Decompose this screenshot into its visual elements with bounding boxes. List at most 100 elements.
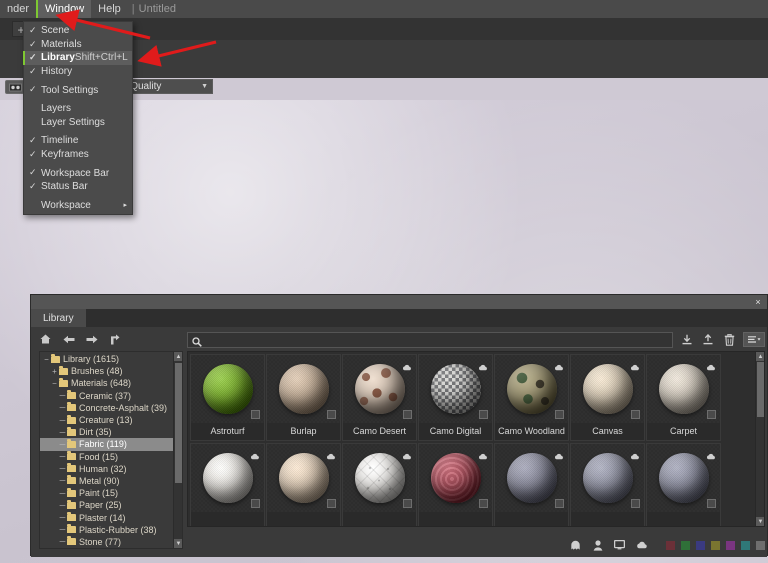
tree-node-paint[interactable]: ─ Paint (15) — [40, 487, 173, 499]
material-select-checkbox[interactable] — [555, 410, 564, 419]
material-cell[interactable]: Camo Digital — [418, 354, 493, 441]
materials-grid[interactable]: Astroturf Burlap Camo Desert Camo Digital Ca… — [187, 351, 765, 527]
trash-icon[interactable] — [722, 333, 736, 347]
tree-node-human[interactable]: ─ Human (32) — [40, 463, 173, 475]
material-select-checkbox[interactable] — [479, 410, 488, 419]
material-select-checkbox[interactable] — [327, 410, 336, 419]
tree-node-metal[interactable]: ─ Metal (90) — [40, 475, 173, 487]
window-menu-item-keyframes[interactable]: ✓ Keyframes — [24, 148, 132, 162]
material-thumbnail[interactable] — [647, 444, 720, 512]
tree-node-fabric[interactable]: ─ Fabric (119) — [40, 438, 173, 451]
tree-node-concrete-asphalt[interactable]: ─ Concrete-Asphalt (39) — [40, 402, 173, 414]
window-menu-item-library[interactable]: ✓ Library Shift+Ctrl+L — [23, 51, 132, 65]
material-select-checkbox[interactable] — [403, 499, 412, 508]
tree-node-food[interactable]: ─ Food (15) — [40, 451, 173, 463]
material-thumbnail[interactable] — [419, 355, 492, 423]
swatch-gray[interactable] — [756, 540, 765, 550]
tree-node-ceramic[interactable]: ─ Ceramic (37) — [40, 390, 173, 402]
tree-node-library[interactable]: − Library (1615) — [40, 353, 173, 365]
grid-scroll-down-icon[interactable]: ▼ — [756, 517, 764, 526]
material-thumbnail[interactable] — [191, 444, 264, 512]
material-cell[interactable] — [266, 443, 341, 526]
tab-library[interactable]: Library — [31, 309, 86, 327]
material-cell[interactable] — [342, 443, 417, 526]
material-select-checkbox[interactable] — [707, 410, 716, 419]
grid-scrollbar[interactable]: ▲ ▼ — [755, 352, 764, 526]
material-cell[interactable]: Burlap — [266, 354, 341, 441]
material-cell[interactable] — [570, 443, 645, 526]
upload-icon[interactable] — [701, 333, 715, 347]
material-select-checkbox[interactable] — [631, 499, 640, 508]
tree-scroll-thumb[interactable] — [175, 363, 182, 483]
material-thumbnail[interactable] — [571, 444, 644, 512]
home-icon[interactable] — [39, 333, 52, 346]
material-select-checkbox[interactable] — [403, 410, 412, 419]
grid-scroll-up-icon[interactable]: ▲ — [756, 352, 764, 361]
material-thumbnail[interactable] — [343, 444, 416, 512]
material-thumbnail[interactable] — [419, 444, 492, 512]
window-menu-item-timeline[interactable]: ✓ Timeline — [24, 134, 132, 148]
forward-arrow-icon[interactable] — [85, 333, 98, 346]
material-select-checkbox[interactable] — [251, 410, 260, 419]
monitor-icon[interactable] — [613, 539, 626, 552]
material-cell[interactable]: Canvas — [570, 354, 645, 441]
tree-node-materials[interactable]: − Materials (648) — [40, 377, 173, 389]
material-thumbnail[interactable] — [343, 355, 416, 423]
material-cell[interactable] — [646, 443, 721, 526]
swatch-red[interactable] — [666, 540, 675, 550]
material-thumbnail[interactable] — [495, 444, 568, 512]
cloud-icon[interactable] — [635, 539, 648, 552]
material-select-checkbox[interactable] — [251, 499, 260, 508]
window-menu-item-workspace[interactable]: Workspace ▸ — [24, 199, 132, 213]
tree-node-paper[interactable]: ─ Paper (25) — [40, 499, 173, 511]
window-menu-item-workspace-bar[interactable]: ✓ Workspace Bar — [24, 166, 132, 180]
search-box[interactable] — [187, 331, 673, 348]
material-cell[interactable] — [190, 443, 265, 526]
ghost-icon[interactable] — [569, 539, 582, 552]
collapse-icon[interactable]: − — [50, 379, 59, 388]
up-level-icon[interactable] — [108, 333, 121, 346]
window-menu-item-materials[interactable]: ✓ Materials — [24, 38, 132, 52]
tree-scroll-down-icon[interactable]: ▼ — [174, 539, 182, 548]
tree-node-stone[interactable]: ─ Stone (77) — [40, 536, 173, 548]
back-arrow-icon[interactable] — [62, 333, 75, 346]
material-cell[interactable]: Camo Woodland — [494, 354, 569, 441]
material-cell[interactable] — [418, 443, 493, 526]
material-cell[interactable]: Astroturf — [190, 354, 265, 441]
swatch-blue[interactable] — [696, 540, 705, 550]
material-select-checkbox[interactable] — [327, 499, 336, 508]
swatch-purple[interactable] — [726, 540, 735, 550]
material-thumbnail[interactable] — [647, 355, 720, 423]
tree-scroll-up-icon[interactable]: ▲ — [174, 352, 182, 361]
material-cell[interactable]: Carpet — [646, 354, 721, 441]
tree-scrollbar[interactable]: ▲ ▼ — [173, 352, 182, 548]
material-thumbnail[interactable] — [191, 355, 264, 423]
window-menu-item-history[interactable]: ✓ History — [24, 65, 132, 79]
menu-item-window[interactable]: Window — [36, 0, 92, 18]
material-thumbnail[interactable] — [267, 355, 340, 423]
window-menu-item-scene[interactable]: ✓ Scene — [24, 24, 132, 38]
window-menu-item-status-bar[interactable]: ✓ Status Bar — [24, 180, 132, 194]
tree-node-brushes[interactable]: + Brushes (48) — [40, 365, 173, 377]
material-select-checkbox[interactable] — [555, 499, 564, 508]
tree-node-plastic-rubber[interactable]: ─ Plastic-Rubber (38) — [40, 524, 173, 536]
camera-icon[interactable] — [5, 80, 25, 94]
grid-scroll-thumb[interactable] — [757, 362, 764, 417]
download-icon[interactable] — [680, 333, 694, 347]
material-cell[interactable] — [494, 443, 569, 526]
close-icon[interactable]: × — [751, 295, 765, 309]
window-menu-item-layers[interactable]: Layers — [24, 102, 132, 116]
library-titlebar[interactable]: × — [31, 295, 767, 309]
window-dropdown-menu[interactable]: ✓ Scene ✓ Materials ✓ Library Shift+Ctrl+L ✓ His… — [23, 21, 133, 216]
material-thumbnail[interactable] — [495, 355, 568, 423]
window-menu-item-layer-settings[interactable]: Layer Settings — [24, 116, 132, 130]
expand-icon[interactable]: + — [50, 367, 59, 376]
person-icon[interactable] — [591, 539, 604, 552]
material-thumbnail[interactable] — [267, 444, 340, 512]
tree-node-dirt[interactable]: ─ Dirt (35) — [40, 426, 173, 438]
tree-node-creature[interactable]: ─ Creature (13) — [40, 414, 173, 426]
swatch-green[interactable] — [681, 540, 690, 550]
material-cell[interactable]: Camo Desert — [342, 354, 417, 441]
search-input[interactable] — [207, 334, 639, 345]
material-select-checkbox[interactable] — [631, 410, 640, 419]
